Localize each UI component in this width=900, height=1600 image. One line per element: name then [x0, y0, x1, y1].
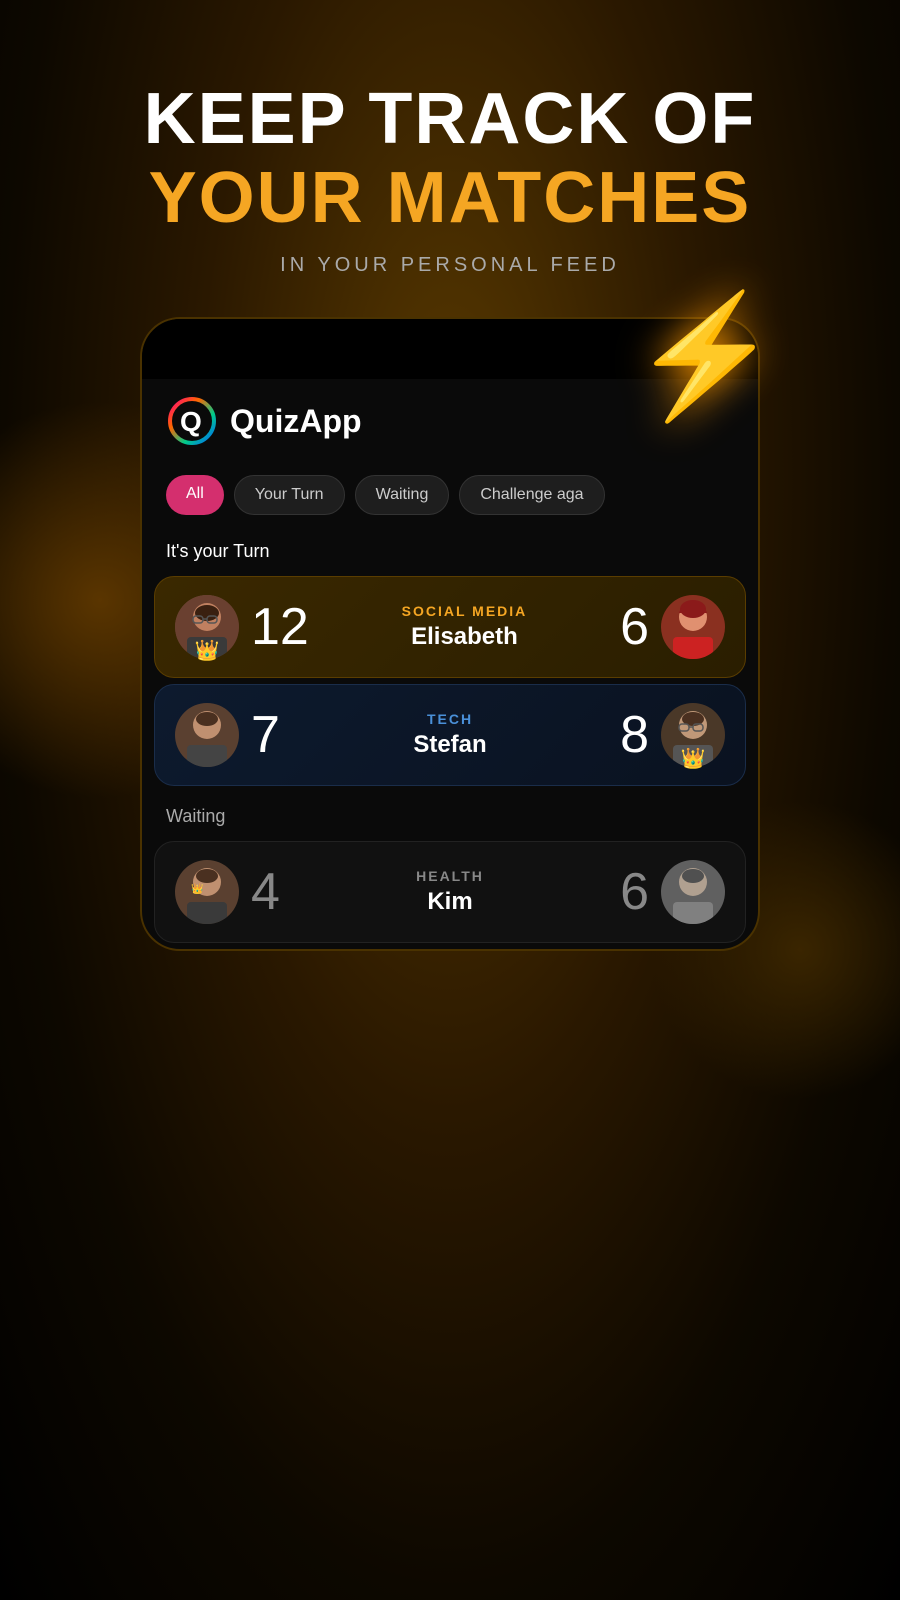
my-score-stefan: 7 [251, 705, 280, 765]
lightning-icon: ⚡ [631, 287, 780, 427]
opponent-score-elisabeth: 6 [620, 597, 649, 657]
svg-text:👑: 👑 [191, 883, 203, 895]
my-avatar-kim-wrapper: 👑 [175, 860, 239, 924]
match-opponent-stefan: Stefan [288, 731, 612, 759]
headline-line2: YOUR MATCHES [144, 159, 757, 238]
headline-line1: KEEP TRACK OF [144, 80, 757, 159]
match-category-label: SOCIAL MEDIA [317, 603, 612, 619]
right-player-stefan: 👑 8 [620, 703, 725, 767]
tab-challenge-again[interactable]: Challenge aga [459, 475, 604, 515]
match-category-kim: HEALTH [288, 868, 612, 884]
phone-wrapper: ⚡ [140, 317, 760, 951]
opponent-avatar-wrapper [661, 595, 725, 659]
svg-text:Q: Q [180, 406, 202, 437]
match-center-stefan: TECH Stefan [280, 711, 620, 759]
header-section: KEEP TRACK OF YOUR MATCHES IN YOUR PERSO… [144, 0, 757, 297]
waiting-section-label: Waiting [142, 792, 758, 835]
left-player-stefan: 7 [175, 703, 280, 767]
your-turn-section-label: It's your Turn [142, 527, 758, 570]
match-card-stefan[interactable]: 7 TECH Stefan [154, 684, 746, 786]
match-opponent-kim: Kim [288, 888, 612, 916]
opponent-score-kim: 6 [620, 862, 649, 922]
my-avatar-wrapper: 👑 [175, 595, 239, 659]
subtitle: IN YOUR PERSONAL FEED [144, 254, 757, 277]
my-avatar-kim: 👑 [175, 860, 239, 924]
match-card-kim[interactable]: 👑 4 HEALTH Kim [154, 841, 746, 943]
right-player-section: 6 [620, 595, 725, 659]
opponent-score-stefan: 8 [620, 705, 649, 765]
left-player-section: 👑 12 [175, 595, 309, 659]
tab-all[interactable]: All [166, 475, 224, 515]
match-center-elisabeth: SOCIAL MEDIA Elisabeth [309, 603, 620, 651]
my-avatar-stefan-wrapper [175, 703, 239, 767]
app-name-text: QuizApp [230, 403, 362, 440]
opponent-stefan-wrapper: 👑 [661, 703, 725, 767]
opponent-kim-wrapper [661, 860, 725, 924]
match-card-elisabeth[interactable]: 👑 12 SOCIAL MEDIA Elisabeth [154, 576, 746, 678]
tab-waiting[interactable]: Waiting [355, 475, 450, 515]
filter-tabs-container: All Your Turn Waiting Challenge aga [142, 463, 758, 527]
match-category-stefan: TECH [288, 711, 612, 727]
my-avatar-stefan [175, 703, 239, 767]
right-player-kim: 6 [620, 860, 725, 924]
left-player-kim: 👑 4 [175, 860, 280, 924]
opponent-avatar [661, 595, 725, 659]
phone-inner: Q QuizApp All Your Turn Waiting [142, 379, 758, 943]
opponent-kim-avatar [661, 860, 725, 924]
match-opponent-name: Elisabeth [317, 623, 612, 651]
tab-your-turn[interactable]: Your Turn [234, 475, 345, 515]
opponent-crown-stefan: 👑 [681, 746, 706, 771]
my-score-elisabeth: 12 [251, 597, 309, 657]
match-center-kim: HEALTH Kim [280, 868, 620, 916]
my-score-kim: 4 [251, 862, 280, 922]
app-logo-icon: Q [166, 395, 218, 447]
my-crown: 👑 [195, 638, 220, 663]
